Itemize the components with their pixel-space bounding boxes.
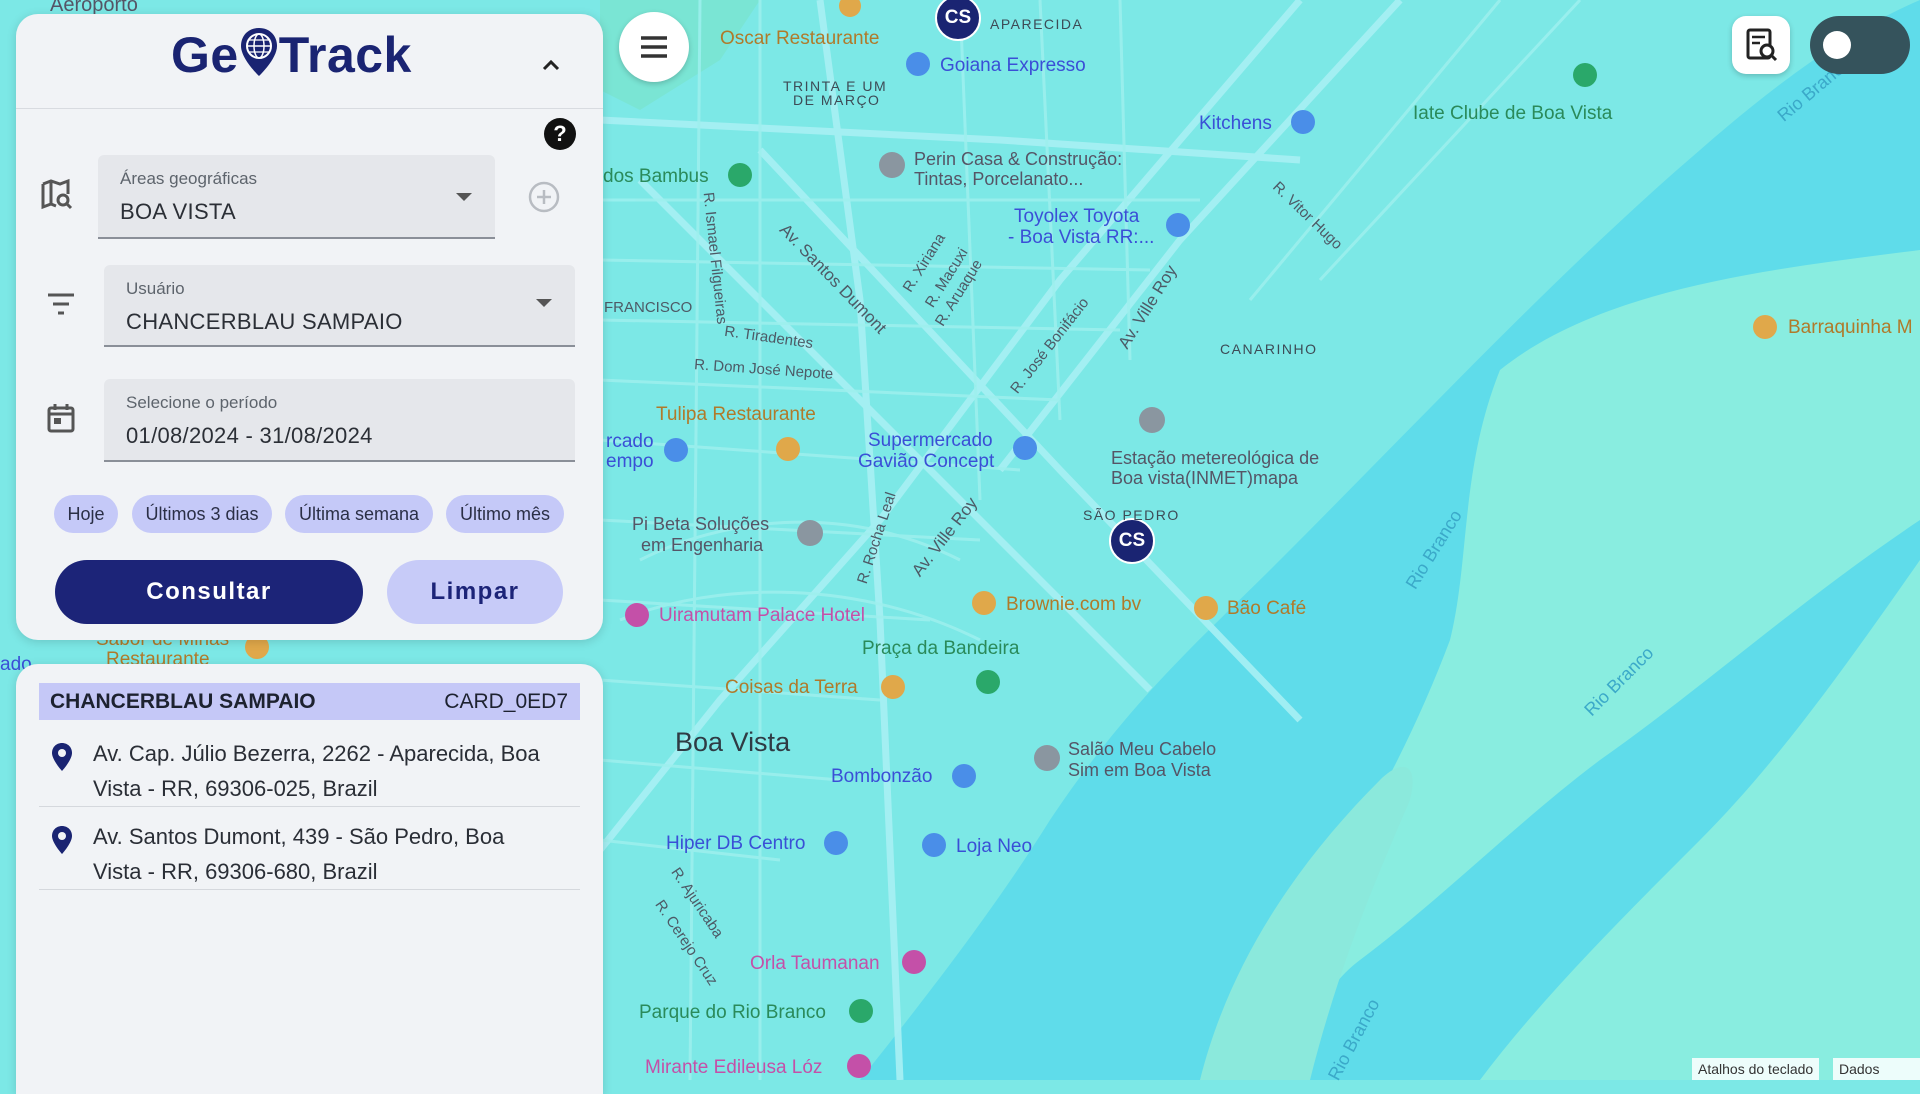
results-card-id: CARD_0ED7 [444, 690, 568, 713]
add-circle-icon [528, 181, 560, 213]
map-label: Hiper DB Centro [666, 833, 806, 854]
map-label: Estação metereológica de [1111, 448, 1320, 468]
map-label: dos Bambus [603, 166, 709, 187]
filter-panel: Ge Track ? Áreas geográficas BOA VISTA Us… [16, 14, 603, 640]
menu-button[interactable] [619, 12, 689, 82]
map-label: Bombonzão [831, 766, 933, 787]
map-label: Loja Neo [956, 836, 1033, 857]
document-search-icon [1746, 28, 1778, 62]
user-select-value: CHANCERBLAU SAMPAIO [126, 309, 403, 334]
area-select-value: BOA VISTA [120, 199, 236, 224]
keyboard-shortcuts-link[interactable]: Atalhos do teclado [1692, 1058, 1820, 1080]
map-label: Tulipa Restaurante [656, 404, 816, 425]
chip-last-3-days[interactable]: Últimos 3 dias [132, 495, 272, 533]
area-select[interactable]: Áreas geográficas BOA VISTA [98, 155, 495, 239]
map-search-icon [40, 178, 74, 217]
map-label: Perin Casa & Construção: [914, 149, 1123, 169]
clear-button[interactable]: Limpar [387, 560, 563, 624]
map-label: Iate Clube de Boa Vista [1413, 103, 1613, 124]
map-label: APARECIDA [990, 16, 1084, 32]
location-pin-icon [51, 742, 73, 777]
map-label: DE MARÇO [793, 92, 881, 108]
add-area-button[interactable] [528, 181, 560, 218]
map-label: SÃO PEDRO [1083, 507, 1180, 523]
calendar-icon [46, 402, 76, 439]
map-label: Boa vista(INMET)mapa [1111, 468, 1299, 488]
dropdown-arrow-icon [456, 193, 472, 201]
map-marker-cs[interactable]: CS [1109, 518, 1155, 564]
logo-text-right: Track [278, 27, 412, 83]
map-label: Sim em Boa Vista [1068, 760, 1211, 780]
period-input-value: 01/08/2024 - 31/08/2024 [126, 423, 373, 448]
map-label: CANARINHO [1220, 341, 1318, 357]
map-label: Brownie.com bv [1006, 594, 1142, 615]
results-header[interactable]: CHANCERBLAU SAMPAIO CARD_0ED7 [39, 683, 580, 720]
address-text: Av. Cap. Júlio Bezerra, 2262 - Aparecida… [93, 741, 540, 801]
panel-header: Ge Track [16, 14, 603, 109]
map-label: rcado [606, 431, 654, 452]
map-data-attribution[interactable]: Dados carto [1833, 1058, 1920, 1080]
sun-icon [1823, 31, 1851, 59]
map-label: Oscar Restaurante [720, 28, 880, 49]
user-select-label: Usuário [126, 279, 185, 298]
map-label: Tintas, Porcelanato... [914, 169, 1084, 189]
location-pin-icon [51, 825, 73, 860]
user-select[interactable]: Usuário CHANCERBLAU SAMPAIO [104, 265, 575, 347]
geotrack-logo: Ge Track [171, 26, 412, 90]
map-label: Gavião Concept [858, 451, 995, 472]
chip-last-week[interactable]: Última semana [285, 495, 433, 533]
map-label: Boa Vista [675, 727, 791, 757]
map-label: empo [606, 451, 654, 472]
theme-toggle[interactable] [1810, 16, 1910, 74]
chip-last-month[interactable]: Último mês [446, 495, 564, 533]
chip-today[interactable]: Hoje [54, 495, 118, 533]
results-user-name: CHANCERBLAU SAMPAIO [50, 690, 316, 713]
map-label: Parque do Rio Branco [639, 1002, 826, 1023]
map-label: Kitchens [1199, 113, 1272, 134]
map-label: - Boa Vista RR:... [1008, 227, 1155, 248]
results-panel: CHANCERBLAU SAMPAIO CARD_0ED7 Av. Cap. J… [16, 664, 603, 1094]
hamburger-menu-icon [641, 36, 667, 58]
filter-icon [46, 292, 76, 321]
map-label: Mirante Edileusa Lóz [645, 1057, 823, 1078]
collapse-panel-button[interactable] [538, 52, 564, 78]
period-input[interactable]: Selecione o período 01/08/2024 - 31/08/2… [104, 379, 575, 462]
map-label: Barraquinha M [1788, 317, 1913, 338]
map-label: Praça da Bandeira [862, 638, 1020, 659]
address-text: Av. Santos Dumont, 439 - São Pedro, Boa … [93, 824, 505, 884]
map-label: Toyolex Toyota [1014, 206, 1140, 227]
period-input-label: Selecione o período [126, 393, 278, 412]
map-label: em Engenharia [641, 535, 764, 555]
map-label: Orla Taumanan [750, 953, 880, 974]
consult-button[interactable]: Consultar [55, 560, 363, 624]
help-icon[interactable]: ? [544, 118, 576, 150]
dropdown-arrow-icon [536, 299, 552, 307]
map-label: Goiana Expresso [940, 55, 1086, 76]
logo-text-left: Ge [171, 27, 239, 83]
map-label: Pi Beta Soluções [632, 514, 770, 534]
map-label: Coisas da Terra [725, 677, 858, 698]
map-label: Supermercado [868, 430, 993, 451]
area-select-label: Áreas geográficas [120, 169, 258, 188]
map-label: Bão Café [1227, 598, 1307, 619]
map-label: Uiramutam Palace Hotel [659, 605, 865, 626]
list-item[interactable]: Av. Santos Dumont, 439 - São Pedro, Boa … [39, 807, 580, 890]
map-label: Salão Meu Cabelo [1068, 739, 1217, 759]
map-label: FRANCISCO [604, 299, 693, 316]
chevron-up-icon [542, 59, 560, 71]
globe-pin-icon [239, 26, 279, 90]
list-item[interactable]: Av. Cap. Júlio Bezerra, 2262 - Aparecida… [39, 724, 580, 807]
search-report-button[interactable] [1732, 16, 1790, 74]
